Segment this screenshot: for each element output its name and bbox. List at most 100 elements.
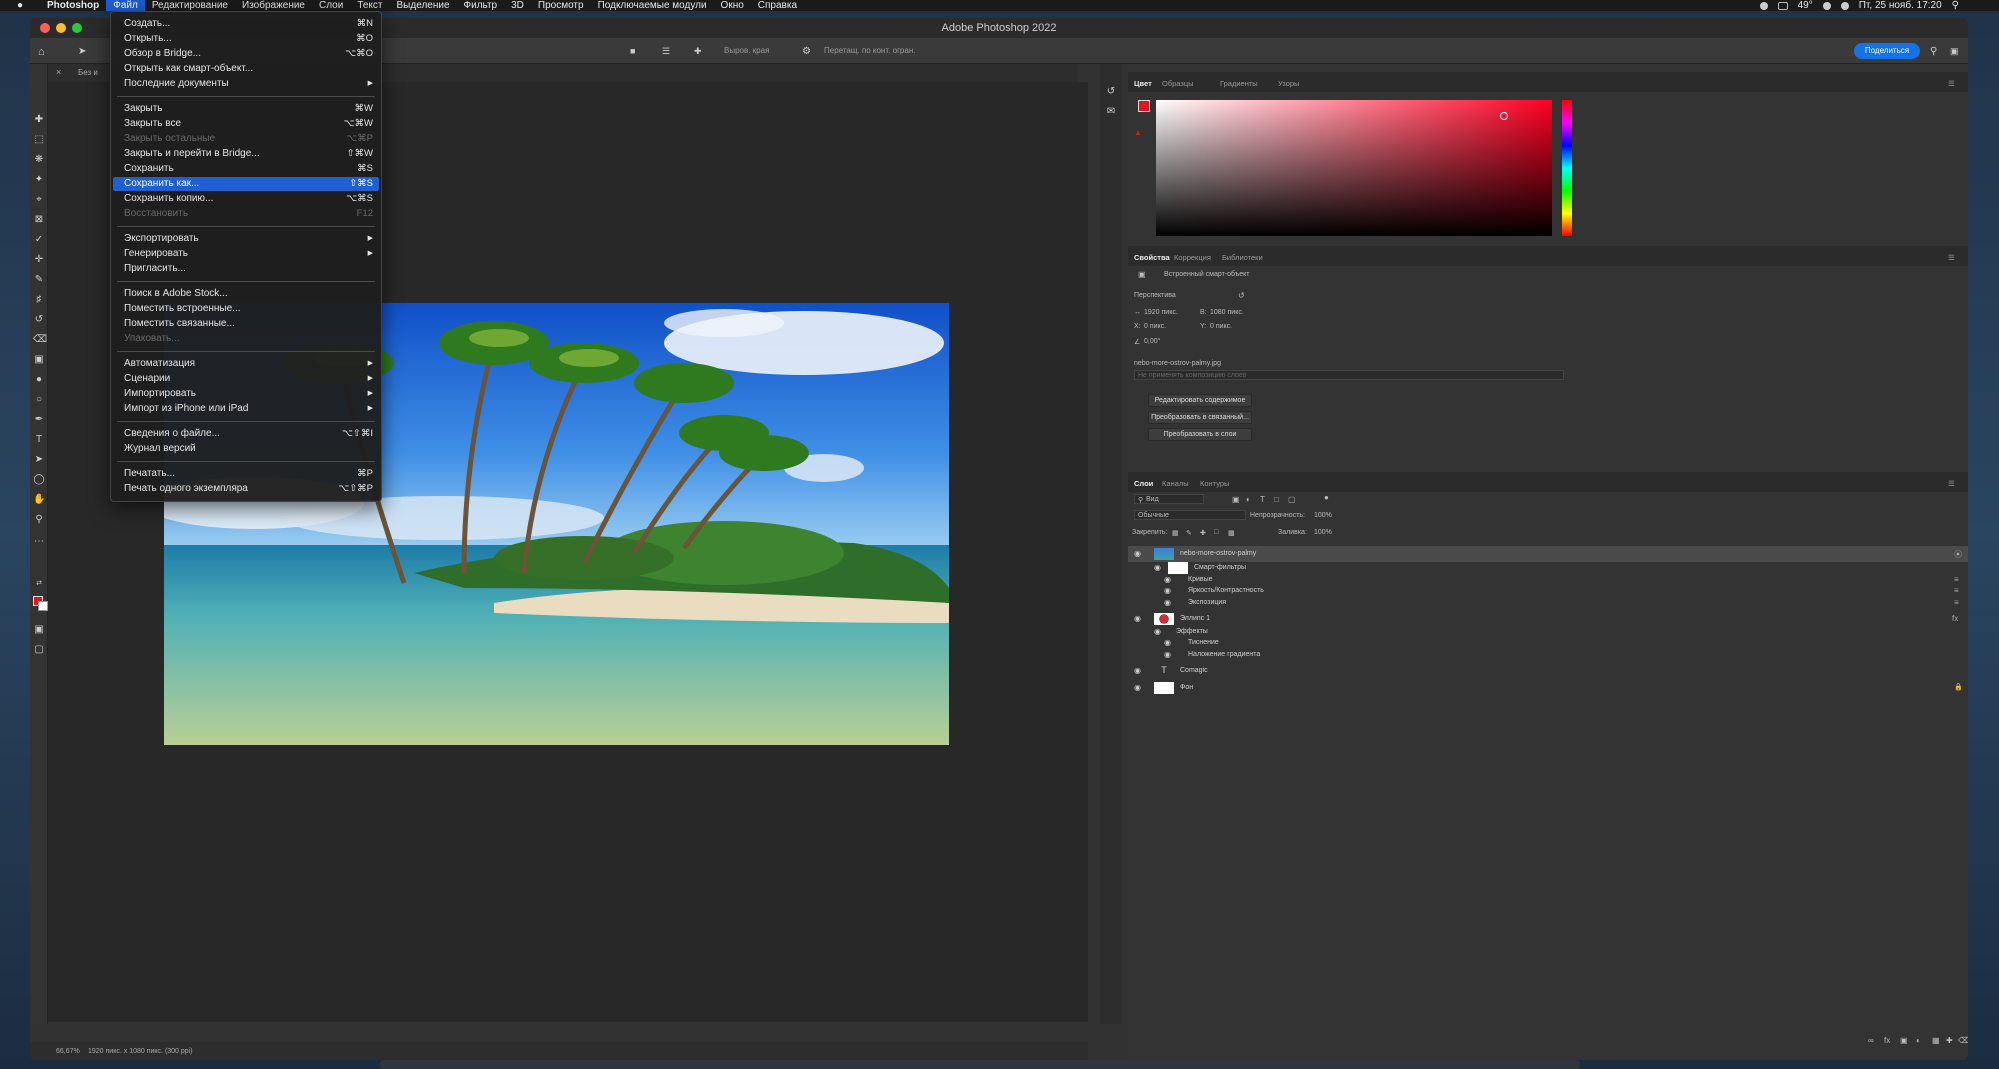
align-edges-checkbox[interactable]: Выров. края (724, 46, 769, 55)
add-style-icon[interactable]: fx (1884, 1036, 1890, 1045)
menu-layers[interactable]: Слои (312, 0, 350, 11)
visibility-eye-icon[interactable]: ◉ (1164, 586, 1171, 595)
brush-tool-icon[interactable]: ✎ (33, 274, 45, 286)
crop-tool-icon[interactable]: ⌖ (33, 194, 45, 206)
move-tool-preset-icon[interactable]: ➤ (78, 46, 86, 57)
adjustment-layer-icon[interactable]: ◐ (1916, 1036, 1921, 1045)
file-menu-item[interactable]: Открыть... ⌘O (113, 32, 379, 46)
tab-color[interactable]: Цвет (1134, 79, 1152, 88)
file-menu-item[interactable]: Сведения о файле... ⌥⇧⌘I (113, 427, 379, 441)
file-menu-item[interactable]: Печать одного экземпляра ⌥⇧⌘P (113, 482, 379, 496)
lock-transparent-icon[interactable]: ▦ (1172, 529, 1179, 537)
workspace-icon[interactable]: ▣ (1950, 46, 1959, 57)
new-group-icon[interactable]: ▦ (1932, 1036, 1940, 1045)
pen-tool-icon[interactable]: ✒ (33, 414, 45, 426)
menu-select[interactable]: Выделение (390, 0, 457, 11)
filter-smart-icon[interactable]: ▢ (1288, 495, 1296, 504)
frame-tool-icon[interactable]: ⊠ (33, 214, 45, 226)
visibility-eye-icon[interactable]: ◉ (1164, 638, 1171, 647)
quick-mask-icon[interactable]: ▣ (33, 624, 45, 636)
file-menu-item[interactable]: Обзор в Bridge... ⌥⌘O (113, 47, 379, 61)
color-picker-ring[interactable] (1500, 112, 1508, 120)
lasso-tool-icon[interactable]: ❋ (33, 154, 45, 166)
lock-icon[interactable]: 🔒 (1954, 683, 1963, 691)
layer-effects-icon[interactable]: fx (1952, 614, 1958, 623)
menu-app-photoshop[interactable]: Photoshop (40, 0, 106, 11)
layer-row[interactable]: ◉ Фон 🔒 (1128, 680, 1968, 696)
transform-controls-icon[interactable]: ■ (630, 46, 635, 56)
lock-pixels-icon[interactable]: ✎ (1186, 529, 1192, 537)
share-button[interactable]: Поделиться (1854, 43, 1920, 59)
close-tab-icon[interactable]: × (56, 67, 61, 77)
arrange-icon[interactable]: ✚ (694, 46, 702, 57)
home-icon[interactable]: ⌂ (38, 46, 45, 58)
reset-icon[interactable]: ↺ (1238, 291, 1245, 300)
healing-tool-icon[interactable]: ✛ (33, 254, 45, 266)
volume-icon[interactable] (1840, 1, 1849, 10)
battery-icon[interactable] (1777, 1, 1788, 10)
menu-image[interactable]: Изображение (235, 0, 312, 11)
quick-select-tool-icon[interactable]: ✦ (33, 174, 45, 186)
file-menu-item[interactable]: Открыть как смарт-объект... (113, 62, 379, 76)
filter-type-icon[interactable]: T (1260, 495, 1265, 504)
filter-shape-icon[interactable]: □ (1274, 495, 1279, 504)
file-menu-item[interactable]: Закрыть ⌘W (113, 102, 379, 116)
tab-paths[interactable]: Контуры (1200, 479, 1229, 488)
height-value[interactable]: 1080 пикс. (1210, 309, 1244, 316)
file-menu-item[interactable]: Печатать... ⌘P (113, 467, 379, 481)
panel-menu-icon[interactable]: ☰ (1948, 79, 1955, 88)
panel-menu-icon[interactable]: ☰ (1948, 253, 1955, 262)
tab-gradients[interactable]: Градиенты (1220, 79, 1258, 88)
new-layer-icon[interactable]: ✚ (1946, 1036, 1953, 1045)
eyedropper-tool-icon[interactable]: ✓ (33, 234, 45, 246)
menu-view[interactable]: Просмотр (531, 0, 591, 11)
menu-file[interactable]: Файл (106, 0, 145, 11)
edit-contents-button[interactable]: Редактировать содержимое (1148, 394, 1252, 407)
menu-plugins[interactable]: Подключаемые модули (591, 0, 714, 11)
document-info[interactable]: 1920 пикс. x 1080 пикс. (300 ppi) (88, 1048, 193, 1055)
file-menu-item[interactable]: Создать... ⌘N (113, 17, 379, 31)
trash-icon[interactable]: ⌫ (1958, 1036, 1968, 1045)
align-icon[interactable]: ☰ (662, 46, 670, 57)
tab-swatches[interactable]: Образцы (1162, 79, 1194, 88)
file-menu-item[interactable]: Импортировать ▶ (113, 387, 379, 401)
tab-channels[interactable]: Каналы (1162, 479, 1189, 488)
lock-artboard-icon[interactable]: □ (1214, 529, 1218, 536)
visibility-eye-icon[interactable]: ◉ (1154, 563, 1161, 572)
visibility-eye-icon[interactable]: ◉ (1134, 614, 1141, 623)
file-menu-item[interactable]: Поместить встроенные... (113, 302, 379, 316)
file-menu-item[interactable]: Сохранить копию... ⌥⌘S (113, 192, 379, 206)
file-menu-item[interactable]: Журнал версий (113, 442, 379, 456)
tab-adjustments[interactable]: Коррекция (1174, 253, 1211, 262)
menu-3d[interactable]: 3D (504, 0, 531, 11)
stamp-tool-icon[interactable]: ♯ (33, 294, 45, 306)
drag-constrain-checkbox[interactable]: Перетащ. по конт. огран. (824, 46, 915, 55)
filter-pixel-icon[interactable]: ▣ (1232, 495, 1240, 504)
tab-patterns[interactable]: Узоры (1278, 79, 1299, 88)
file-menu-item[interactable]: Импорт из iPhone или iPad ▶ (113, 402, 379, 416)
search-icon[interactable]: ⚲ (1952, 0, 1959, 11)
background-color-swatch[interactable] (38, 601, 48, 611)
width-value[interactable]: 1920 пикс. (1144, 309, 1178, 316)
gradient-tool-icon[interactable]: ▣ (33, 354, 45, 366)
tab-libraries[interactable]: Библиотеки (1222, 253, 1263, 262)
hand-tool-icon[interactable]: ✋ (33, 494, 45, 506)
apple-icon[interactable]: ● (0, 0, 40, 11)
type-tool-icon[interactable]: T (33, 434, 45, 446)
file-menu-item[interactable]: Генерировать ▶ (113, 247, 379, 261)
comment-panel-icon[interactable]: ✉ (1105, 106, 1117, 118)
menu-filter[interactable]: Фильтр (457, 0, 505, 11)
visibility-eye-icon[interactable]: ◉ (1164, 598, 1171, 607)
convert-to-layers-button[interactable]: Преобразовать в слои (1148, 428, 1252, 441)
x-value[interactable]: 0 пикс. (1144, 323, 1166, 330)
blur-tool-icon[interactable]: ● (33, 374, 45, 386)
layer-row[interactable]: ◉ Наложение градиента (1128, 647, 1968, 663)
visibility-eye-icon[interactable]: ◉ (1164, 650, 1171, 659)
filter-options-icon[interactable]: ≡ (1954, 598, 1959, 607)
menu-window[interactable]: Окно (714, 0, 751, 11)
marquee-tool-icon[interactable]: ⬚ (33, 134, 45, 146)
visibility-eye-icon[interactable]: ◉ (1134, 549, 1141, 558)
move-tool-icon[interactable]: ✚ (33, 114, 45, 126)
path-select-tool-icon[interactable]: ➤ (33, 454, 45, 466)
file-menu-item[interactable]: Сохранить ⌘S (113, 162, 379, 176)
